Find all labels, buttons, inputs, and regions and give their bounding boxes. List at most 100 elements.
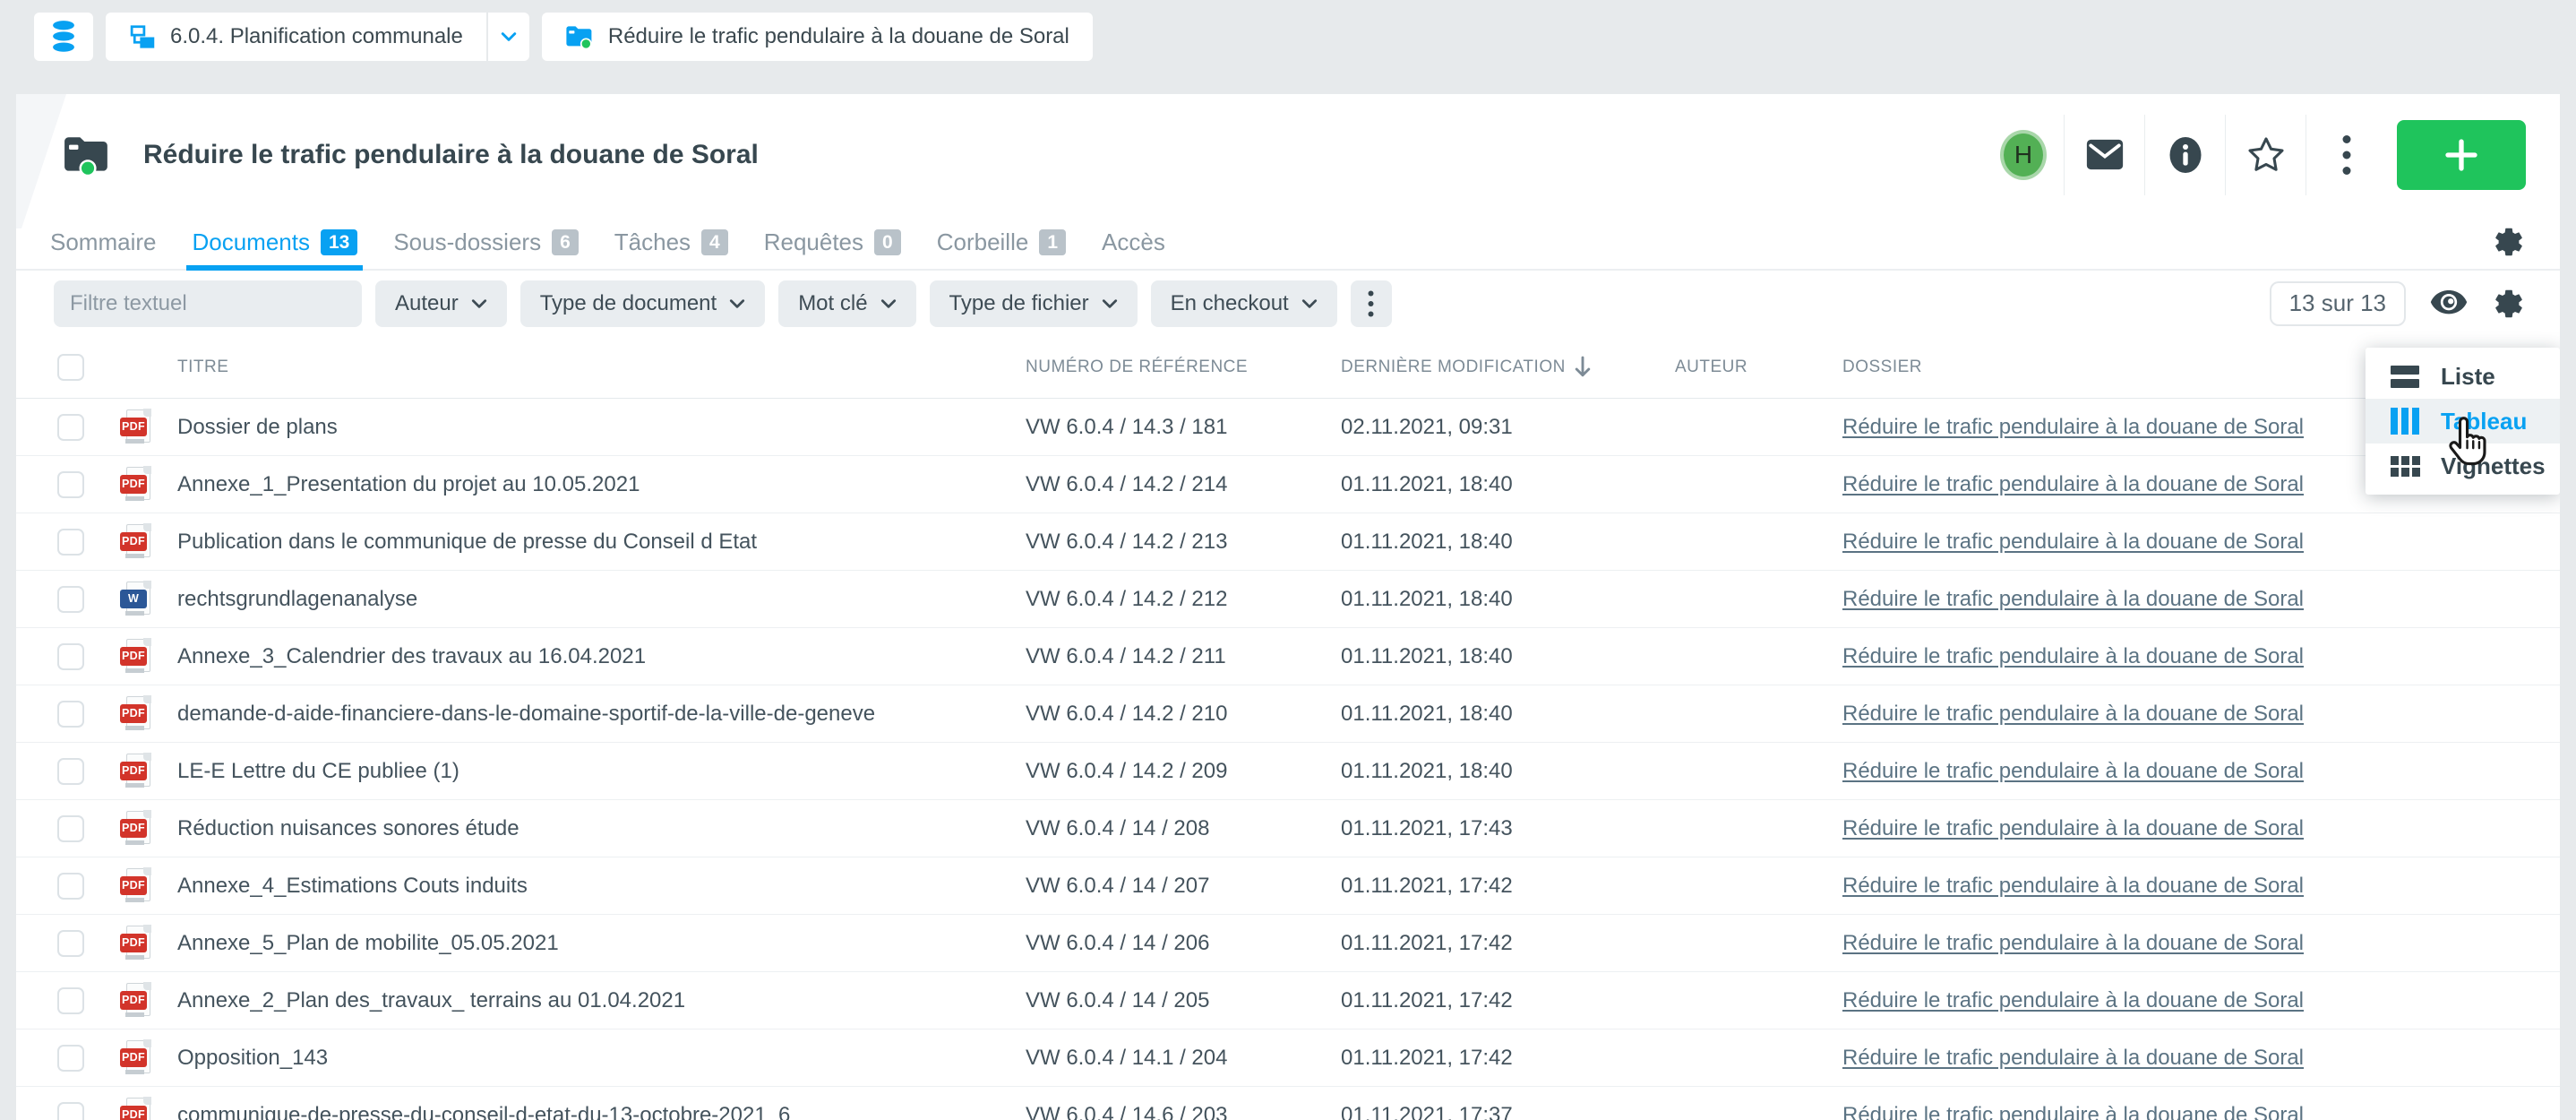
document-title[interactable]: Annexe_4_Estimations Couts induits	[177, 874, 1026, 899]
select-all-checkbox[interactable]	[57, 354, 84, 381]
table-row[interactable]: PDF Opposition_143 VW 6.0.4 / 14.1 / 204…	[16, 1030, 2560, 1087]
row-checkbox[interactable]	[57, 1045, 84, 1072]
more-options-button[interactable]	[2306, 115, 2386, 195]
document-title[interactable]: Annexe_3_Calendrier des travaux au 16.04…	[177, 644, 1026, 669]
document-folder-link[interactable]: Réduire le trafic pendulaire à la douane…	[1842, 816, 2304, 840]
document-title[interactable]: Dossier de plans	[177, 415, 1026, 440]
view-mode-item-vignettes[interactable]: Vignettes	[2366, 444, 2560, 488]
document-folder-link[interactable]: Réduire le trafic pendulaire à la douane…	[1842, 759, 2304, 783]
document-folder-link[interactable]: Réduire le trafic pendulaire à la douane…	[1842, 931, 2304, 955]
view-mode-item-tableau[interactable]: Tableau	[2366, 399, 2560, 444]
column-header-reference[interactable]: NUMÉRO DE RÉFÉRENCE	[1026, 358, 1341, 377]
pdf-file-icon: PDF	[120, 466, 152, 504]
row-checkbox[interactable]	[57, 930, 84, 957]
table-row[interactable]: PDF LE-E Lettre du CE publiee (1) VW 6.0…	[16, 743, 2560, 800]
document-title[interactable]: LE-E Lettre du CE publiee (1)	[177, 759, 1026, 784]
folder-tab[interactable]: Réduire le trafic pendulaire à la douane…	[542, 13, 1093, 61]
text-filter-field[interactable]	[54, 280, 362, 327]
table-row[interactable]: PDF demande-d-aide-financiere-dans-le-do…	[16, 685, 2560, 743]
section-tab-t-ches[interactable]: Tâches 4	[614, 215, 728, 269]
view-mode-item-liste[interactable]: Liste	[2366, 354, 2560, 399]
section-tab-acc-s[interactable]: Accès	[1102, 215, 1165, 269]
row-checkbox[interactable]	[57, 529, 84, 556]
row-checkbox[interactable]	[57, 873, 84, 900]
row-checkbox[interactable]	[57, 1102, 84, 1120]
document-modified: 01.11.2021, 17:42	[1341, 931, 1675, 956]
row-checkbox[interactable]	[57, 987, 84, 1014]
document-folder-link[interactable]: Réduire le trafic pendulaire à la douane…	[1842, 530, 2304, 554]
table-row[interactable]: PDF Réduction nuisances sonores étude VW…	[16, 800, 2560, 857]
row-checkbox[interactable]	[57, 414, 84, 441]
row-checkbox[interactable]	[57, 758, 84, 785]
document-title[interactable]: Opposition_143	[177, 1046, 1026, 1071]
table-row[interactable]: PDF Dossier de plans VW 6.0.4 / 14.3 / 1…	[16, 399, 2560, 456]
section-tab-requ-tes[interactable]: Requêtes 0	[764, 215, 901, 269]
table-row[interactable]: W rechtsgrundlagenanalyse VW 6.0.4 / 14.…	[16, 571, 2560, 628]
document-folder-link[interactable]: Réduire le trafic pendulaire à la douane…	[1842, 587, 2304, 611]
column-header-auteur[interactable]: AUTEUR	[1675, 358, 1842, 377]
document-reference: VW 6.0.4 / 14.2 / 209	[1026, 759, 1341, 784]
column-header-modification[interactable]: DERNIÈRE MODIFICATION	[1341, 355, 1675, 380]
filter-dropdown-type-de-fichier[interactable]: Type de fichier	[930, 280, 1138, 327]
favorite-button[interactable]	[2225, 115, 2306, 195]
text-filter-input[interactable]	[70, 291, 346, 316]
tabs-settings-button[interactable]	[2492, 225, 2526, 259]
document-folder-link[interactable]: Réduire le trafic pendulaire à la douane…	[1842, 644, 2304, 668]
filter-dropdown-type-de-document[interactable]: Type de document	[520, 280, 765, 327]
table-settings-button[interactable]	[2492, 287, 2526, 321]
filter-dropdown-en-checkout[interactable]: En checkout	[1151, 280, 1337, 327]
section-tab-corbeille[interactable]: Corbeille 1	[937, 215, 1066, 269]
document-folder-link[interactable]: Réduire le trafic pendulaire à la douane…	[1842, 988, 2304, 1012]
document-folder-link[interactable]: Réduire le trafic pendulaire à la douane…	[1842, 1103, 2304, 1120]
workspace-tab-caret[interactable]	[488, 13, 529, 61]
document-folder-link[interactable]: Réduire le trafic pendulaire à la douane…	[1842, 874, 2304, 898]
section-tab-sous-dossiers[interactable]: Sous-dossiers 6	[393, 215, 578, 269]
kebab-icon	[2342, 134, 2351, 176]
org-structure-icon	[129, 24, 156, 49]
mail-button[interactable]	[2064, 115, 2144, 195]
table-view-icon	[2391, 408, 2421, 435]
workspace-tab[interactable]: 6.0.4. Planification communale	[106, 13, 486, 61]
document-title[interactable]: demande-d-aide-financiere-dans-le-domain…	[177, 702, 1026, 727]
document-title[interactable]: communique-de-presse-du-conseil-d-etat-d…	[177, 1103, 1026, 1120]
filter-dropdown-mot-clé[interactable]: Mot clé	[778, 280, 915, 327]
info-button[interactable]	[2144, 115, 2225, 195]
top-navigation-bar: 6.0.4. Planification communale Réduire l…	[0, 0, 2576, 94]
section-tab-documents[interactable]: Documents 13	[192, 215, 357, 269]
row-checkbox[interactable]	[57, 471, 84, 498]
column-header-titre[interactable]: TITRE	[177, 358, 1026, 377]
document-title[interactable]: Réduction nuisances sonores étude	[177, 816, 1026, 841]
table-row[interactable]: PDF Publication dans le communique de pr…	[16, 513, 2560, 571]
row-checkbox[interactable]	[57, 815, 84, 842]
row-checkbox[interactable]	[57, 586, 84, 613]
document-folder-link[interactable]: Réduire le trafic pendulaire à la douane…	[1842, 415, 2304, 439]
document-folder-link[interactable]: Réduire le trafic pendulaire à la douane…	[1842, 702, 2304, 726]
result-counter[interactable]: 13 sur 13	[2270, 281, 2406, 326]
more-filters-button[interactable]	[1351, 280, 1392, 327]
document-folder-link[interactable]: Réduire le trafic pendulaire à la douane…	[1842, 472, 2304, 496]
document-title[interactable]: rechtsgrundlagenanalyse	[177, 587, 1026, 612]
table-row[interactable]: PDF Annexe_5_Plan de mobilite_05.05.2021…	[16, 915, 2560, 972]
root-tab[interactable]	[34, 13, 93, 61]
filter-right-cluster: 13 sur 13	[2270, 281, 2526, 326]
document-title[interactable]: Annexe_2_Plan des_travaux_ terrains au 0…	[177, 988, 1026, 1013]
filter-dropdown-auteur[interactable]: Auteur	[375, 280, 507, 327]
table-row[interactable]: PDF Annexe_2_Plan des_travaux_ terrains …	[16, 972, 2560, 1030]
add-button[interactable]	[2397, 120, 2526, 190]
avatar: H	[2000, 130, 2047, 180]
row-checkbox[interactable]	[57, 643, 84, 670]
table-row[interactable]: PDF communique-de-presse-du-conseil-d-et…	[16, 1087, 2560, 1120]
document-title[interactable]: Annexe_1_Presentation du projet au 10.05…	[177, 472, 1026, 497]
user-avatar-button[interactable]: H	[1983, 115, 2064, 195]
section-tab-sommaire[interactable]: Sommaire	[50, 215, 156, 269]
table-row[interactable]: PDF Annexe_3_Calendrier des travaux au 1…	[16, 628, 2560, 685]
database-icon	[48, 19, 79, 55]
table-row[interactable]: PDF Annexe_4_Estimations Couts induits V…	[16, 857, 2560, 915]
document-title[interactable]: Publication dans le communique de presse…	[177, 530, 1026, 555]
row-checkbox[interactable]	[57, 701, 84, 728]
tab-count-badge: 0	[874, 229, 901, 255]
document-folder-link[interactable]: Réduire le trafic pendulaire à la douane…	[1842, 1046, 2304, 1070]
table-row[interactable]: PDF Annexe_1_Presentation du projet au 1…	[16, 456, 2560, 513]
document-title[interactable]: Annexe_5_Plan de mobilite_05.05.2021	[177, 931, 1026, 956]
visibility-button[interactable]	[2429, 289, 2469, 319]
